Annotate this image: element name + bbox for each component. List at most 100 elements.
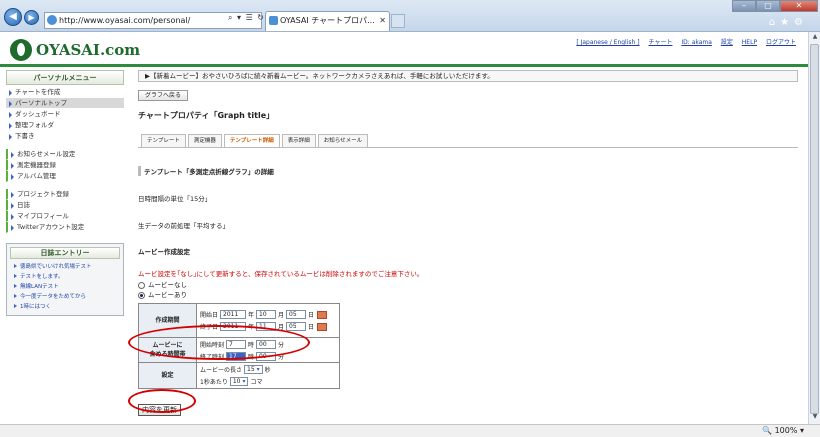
diary-entry[interactable]: 徳島県でいいけれ気場テスト — [14, 262, 116, 272]
user-id[interactable]: ID: akama — [681, 39, 712, 46]
home-icon[interactable]: ⌂ — [769, 17, 780, 28]
top-links: [ Japanese / English ] チャート ID: akama 設定… — [569, 37, 796, 46]
calendar-icon[interactable] — [317, 310, 328, 319]
preprocess-text: 生データの前処理「平均する」 — [138, 222, 229, 230]
radio-yes-icon[interactable] — [138, 291, 145, 299]
help-link[interactable]: HELP — [742, 39, 757, 46]
sidebar-item-dashboard[interactable]: ダッシュボード — [6, 109, 124, 120]
logout-link[interactable]: ログアウト — [766, 39, 796, 46]
radio-none-icon[interactable] — [138, 281, 145, 289]
chart-link[interactable]: チャート — [649, 39, 673, 46]
close-icon[interactable]: ✕ — [780, 0, 818, 12]
sidebar-item-album[interactable]: アルバム管理 — [6, 171, 124, 182]
new-tab-button[interactable] — [391, 14, 405, 28]
site-logo[interactable]: OYASAI.com — [10, 38, 140, 62]
browser-window: ◀ ▶ http://www.oyasai.com/personal/ ⌕ ▾ … — [0, 0, 820, 437]
sidebar-item-twitter[interactable]: Twitterアカウント設定 — [6, 222, 124, 233]
menu-group-2: お知らせメール設定 測定機器登録 アルバム管理 — [6, 149, 124, 182]
address-text: http://www.oyasai.com/personal/ — [59, 16, 191, 25]
tab-close-icon[interactable]: ✕ — [379, 12, 386, 30]
tab-devices[interactable]: 測定機器 — [187, 134, 222, 147]
sidebar-item-mail-settings[interactable]: お知らせメール設定 — [6, 149, 124, 160]
page-title: チャートプロパティ「Graph title」 — [138, 111, 275, 120]
unit-day: 日 — [308, 324, 315, 331]
per-second-label: 1秒あたり — [200, 379, 228, 386]
frames-select[interactable]: 10 — [229, 377, 249, 386]
start-month-input[interactable]: 10 — [256, 310, 277, 319]
start-year-input[interactable]: 2011 — [220, 310, 247, 319]
browser-tab[interactable]: OYASAI チャートプロパ... ✕ — [265, 11, 390, 31]
radio-movie-yes[interactable]: ムービーあり — [138, 290, 798, 300]
tab-icon — [269, 16, 278, 25]
sidebar-item-create-chart[interactable]: チャートを作成 — [6, 87, 124, 98]
sidebar-item-profile[interactable]: マイプロフィール — [6, 211, 124, 222]
tab-template-detail[interactable]: テンプレート詳細 — [223, 134, 280, 147]
diary-entry[interactable]: テストをします。 — [14, 272, 116, 282]
language-link[interactable]: [ Japanese / English ] — [576, 39, 639, 46]
toolbar-icons: ⌂★⚙ — [769, 17, 808, 28]
maximize-icon[interactable]: ▢ — [756, 0, 780, 12]
interval-text: 日時間隔の単位「15分」 — [138, 195, 212, 203]
sidebar-item-personal-top[interactable]: パーソナルトップ — [6, 98, 124, 109]
radio-none-label: ムービーなし — [148, 281, 187, 289]
status-bar: 🔍 100% ▾ — [0, 424, 820, 437]
back-to-graph-button[interactable]: グラフへ戻る — [138, 90, 189, 101]
minimize-icon[interactable]: – — [732, 0, 756, 12]
calendar-icon[interactable] — [317, 322, 328, 331]
main-content: ▶【新着ムービー】おやさいひろばに続々新着ムービー。ネットワークカメラさえあれば… — [138, 70, 798, 416]
sidebar-item-folders[interactable]: 整理フォルダ — [6, 120, 124, 131]
vertical-scrollbar[interactable]: ▲ ▼ — [808, 32, 820, 424]
tab-notify-mail[interactable]: お知らせメール — [317, 134, 369, 147]
highlight-circle-time — [128, 325, 310, 360]
scroll-thumb[interactable] — [810, 44, 819, 414]
movie-length-label: ムービーの長さ — [200, 367, 243, 374]
tab-display-detail[interactable]: 表示詳細 — [281, 134, 316, 147]
settings-label: 設定 — [138, 362, 197, 389]
scroll-down-icon[interactable]: ▼ — [810, 413, 820, 423]
gear-icon[interactable]: ⚙ — [794, 17, 808, 28]
highlight-circle-update — [128, 389, 196, 413]
diary-header: 日誌エントリー — [10, 247, 120, 259]
sidebar-item-devices[interactable]: 測定機器登録 — [6, 160, 124, 171]
movie-length-select[interactable]: 15 — [244, 365, 263, 374]
unit-day: 日 — [308, 312, 315, 319]
web-page: OYASAI.com [ Japanese / English ] チャート I… — [0, 32, 808, 424]
tab-title: OYASAI チャートプロパ... — [280, 16, 375, 25]
zoom-value: 100% — [774, 426, 798, 435]
unit-year: 年 — [248, 312, 255, 319]
news-ticker[interactable]: ▶【新着ムービー】おやさいひろばに続々新着ムービー。ネットワークカメラさえあれば… — [138, 70, 798, 82]
unit-sec: 秒 — [264, 367, 271, 374]
radio-yes-label: ムービーあり — [148, 291, 187, 299]
menu-group-3: プロジェクト登録 日誌 マイプロフィール Twitterアカウント設定 — [6, 189, 124, 233]
logo-text: OYASAI.com — [36, 41, 141, 59]
page-icon — [47, 15, 57, 25]
settings-link[interactable]: 設定 — [721, 39, 733, 46]
star-icon[interactable]: ★ — [780, 17, 794, 28]
diary-entry[interactable]: 無線LANテスト — [14, 282, 116, 292]
scroll-up-icon[interactable]: ▲ — [810, 33, 820, 43]
zoom-level[interactable]: 🔍 100% ▾ — [762, 425, 804, 437]
end-day-input[interactable]: 05 — [286, 322, 307, 331]
diary-entry[interactable]: 今一度データをためてから — [14, 292, 116, 302]
tab-template[interactable]: テンプレート — [141, 134, 186, 147]
personal-menu-header: パーソナルメニュー — [6, 70, 124, 85]
start-day-input[interactable]: 05 — [286, 310, 307, 319]
unit-frame: コマ — [250, 379, 263, 386]
back-icon[interactable]: ◀ — [4, 8, 22, 26]
property-tabs: テンプレート 測定機器 テンプレート詳細 表示詳細 お知らせメール — [138, 134, 798, 148]
sidebar-item-project[interactable]: プロジェクト登録 — [6, 189, 124, 200]
logo-icon — [10, 39, 32, 61]
zoom-icon: 🔍 — [762, 426, 773, 435]
diary-entry[interactable]: 1時にはつく — [14, 302, 116, 312]
header-divider — [0, 64, 808, 67]
movie-settings-heading: ムービー作成設定 — [138, 248, 190, 256]
radio-movie-none[interactable]: ムービーなし — [138, 280, 798, 290]
window-controls: – ▢ ✕ — [732, 0, 818, 12]
sidebar-item-diary[interactable]: 日誌 — [6, 200, 124, 211]
menu-group-1: チャートを作成 パーソナルトップ ダッシュボード 整理フォルダ 下書き — [6, 87, 124, 142]
start-date-label: 開始日 — [200, 312, 219, 319]
sidebar-item-drafts[interactable]: 下書き — [6, 131, 124, 142]
warning-text: ムービ設定を｢なし｣にして更新すると、保存されているムービは削除されますのでご注… — [138, 270, 424, 278]
sidebar: パーソナルメニュー チャートを作成 パーソナルトップ ダッシュボード 整理フォル… — [6, 70, 124, 316]
forward-icon[interactable]: ▶ — [24, 10, 39, 25]
